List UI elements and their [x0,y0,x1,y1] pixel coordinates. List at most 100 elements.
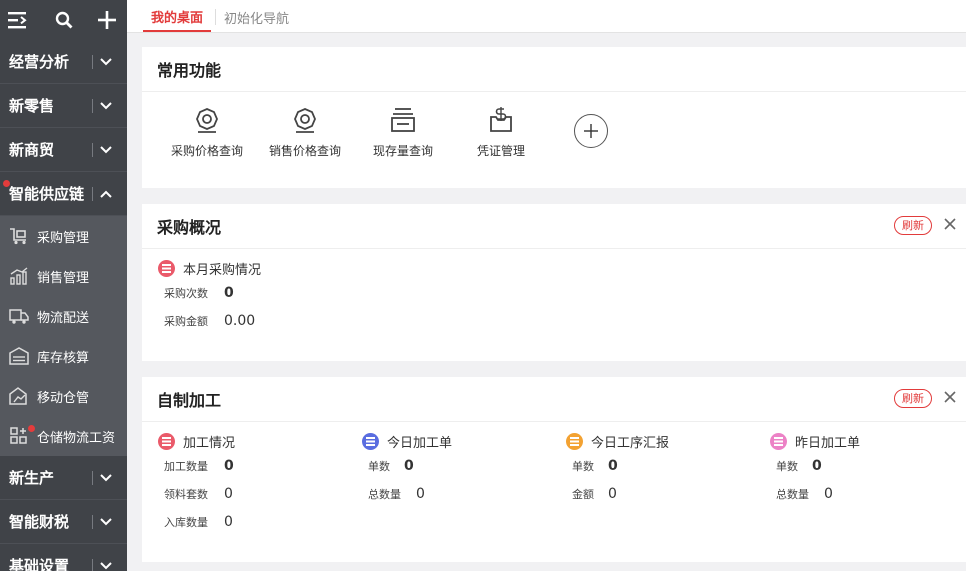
function-shortcuts: 采购价格查询 销售价格查询 现存量查询 凭证管理 [142,92,966,159]
card-title: 采购概况 [157,218,222,237]
sidebar-item-mobile-warehouse[interactable]: 移动仓管 [0,376,127,416]
stat-row: 单数 0 [362,452,452,480]
stat-value: 0 [404,458,414,474]
stat-row: 单数 0 [566,452,669,480]
price-gear-icon [191,104,223,136]
yesterday-orders-section: 昨日加工单 单数 0 总数量 0 [770,432,860,508]
list-icon [566,433,583,450]
chevron-down-icon [100,562,112,570]
section-header: 本月采购情况 [158,259,261,278]
add-shortcut-button[interactable] [574,114,608,148]
card-title: 自制加工 [157,391,222,410]
nav-group-label: 新零售 [9,97,55,115]
nav-group-basic-settings[interactable]: 基础设置 [0,544,127,571]
shortcut-purchase-price-query[interactable]: 采购价格查询 [158,104,256,159]
nav-group-new-production[interactable]: 新生产 [0,456,127,500]
sidebar-item-label: 移动仓管 [37,390,90,406]
stat-row: 领料套数 0 [158,480,235,508]
stat-row: 入库数量 0 [158,508,235,536]
card-header: 采购概况 刷新 [142,204,966,249]
processing-card: 自制加工 刷新 加工情况 加工数量 0 领料套数 0 入库数量 0 今日加工单 … [142,377,966,562]
list-icon [158,260,175,277]
sidebar-item-label: 物流配送 [37,310,90,326]
section-title: 本月采购情况 [183,263,262,278]
sidebar-item-sales[interactable]: 销售管理 [0,256,127,296]
stat-label: 单数 [368,460,390,473]
nav-group-label: 新商贸 [9,141,55,159]
shortcut-stock-query[interactable]: 现存量查询 [354,104,452,159]
stat-label: 领料套数 [164,488,208,501]
nav-group-label: 新生产 [9,469,55,487]
chevron-down-icon [100,102,112,110]
nav-group-label: 智能财税 [9,513,70,531]
section-header: 加工情况 [158,432,235,451]
sidebar-item-warehouse-wages[interactable]: 仓储物流工资 [0,416,127,456]
nav-group-smart-finance[interactable]: 智能财税 [0,500,127,544]
stat-row: 总数量 0 [362,480,452,508]
shortcut-label: 销售价格查询 [268,144,341,158]
stat-value: 0 [608,458,618,474]
shortcut-voucher-management[interactable]: 凭证管理 [452,104,550,159]
shortcut-label: 凭证管理 [476,144,525,158]
common-functions-card: 常用功能 采购价格查询 销售价格查询 现存量查询 凭证管理 [142,47,966,188]
price-gear-icon [289,104,321,136]
stat-value: 0.00 [224,313,256,329]
section-title: 今日工序汇报 [591,436,670,451]
chevron-up-icon [100,190,112,198]
mobile-warehouse-icon [9,386,29,406]
list-icon [770,433,787,450]
stat-label: 加工数量 [164,460,208,473]
close-icon[interactable] [943,217,957,231]
nav-group-label: 经营分析 [9,53,70,71]
chevron-down-icon [100,518,112,526]
stat-row: 金额 0 [566,480,669,508]
stat-label: 总数量 [368,488,401,501]
stat-row: 单数 0 [770,452,860,480]
warehouse-icon [9,346,29,366]
stat-row: 采购次数 0 [158,279,261,307]
plus-icon [584,124,598,138]
section-title: 加工情况 [183,436,236,451]
sidebar-item-label: 销售管理 [37,270,90,286]
card-title: 常用功能 [157,61,222,80]
refresh-button[interactable]: 刷新 [894,216,932,235]
list-icon [362,433,379,450]
stat-label: 金额 [572,488,594,501]
add-icon[interactable] [97,10,117,30]
stat-value: 0 [224,514,233,530]
tab-init-navigation[interactable]: 初始化导航 [215,9,297,27]
grid-plus-icon [9,426,29,446]
shortcut-label: 现存量查询 [372,144,433,158]
sidebar: 经营分析 新零售 新商贸 智能供应链 采购管理 销售管理 物流配送 库存核算 移… [0,0,127,571]
today-process-report-section: 今日工序汇报 单数 0 金额 0 [566,432,669,508]
menu-collapse-icon[interactable] [8,10,28,30]
sidebar-item-purchase[interactable]: 采购管理 [0,216,127,256]
nav-group-supply-chain[interactable]: 智能供应链 [0,172,127,216]
stat-label: 单数 [776,460,798,473]
stat-label: 入库数量 [164,516,208,529]
nav-group-new-trade[interactable]: 新商贸 [0,128,127,172]
shortcut-sales-price-query[interactable]: 销售价格查询 [256,104,354,159]
chevron-down-icon [100,58,112,66]
stat-value: 0 [224,458,234,474]
card-header: 常用功能 [142,47,966,92]
stat-value: 0 [224,486,233,502]
section-title: 今日加工单 [387,436,453,451]
purchase-overview-card: 采购概况 刷新 本月采购情况 采购次数 0 采购金额 0.00 [142,204,966,361]
stat-value: 0 [608,486,617,502]
stock-icon [387,104,419,136]
nav-group-new-retail[interactable]: 新零售 [0,84,127,128]
sidebar-item-inventory[interactable]: 库存核算 [0,336,127,376]
tab-my-desktop[interactable]: 我的桌面 [143,2,212,32]
chevron-down-icon [100,146,112,154]
stat-value: 0 [824,486,833,502]
voucher-icon [485,104,517,136]
sidebar-item-logistics[interactable]: 物流配送 [0,296,127,336]
nav-group-business-analysis[interactable]: 经营分析 [0,40,127,84]
search-icon[interactable] [54,10,74,30]
close-icon[interactable] [943,390,957,404]
top-tab-bar: 我的桌面 初始化导航 [127,0,966,33]
refresh-button[interactable]: 刷新 [894,389,932,408]
nav-group-label: 基础设置 [9,557,70,571]
sales-chart-icon [9,266,29,286]
